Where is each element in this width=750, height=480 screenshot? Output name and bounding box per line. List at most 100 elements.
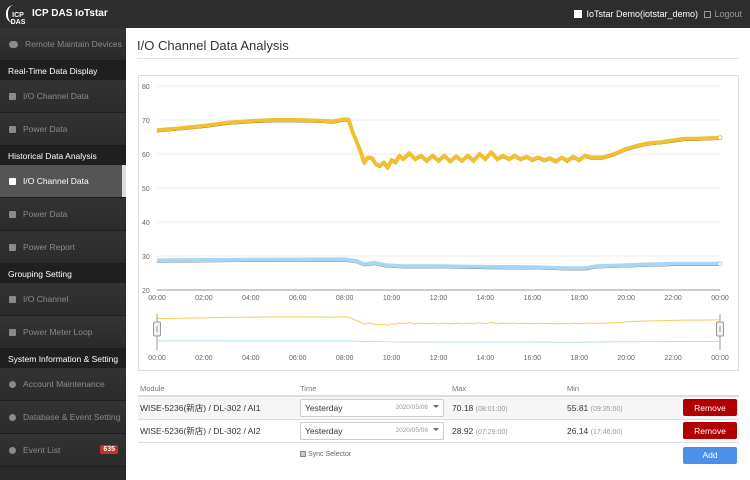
sidebar-item-event-list[interactable]: Event List 635 — [0, 434, 126, 467]
event-count-badge: 635 — [100, 445, 118, 454]
navigator-x-tick-label: 08:00 — [336, 355, 354, 362]
chart-icon — [9, 210, 16, 218]
time-select-value: Yesterday — [305, 425, 343, 436]
x-tick-label: 18:00 — [570, 295, 588, 302]
x-tick-label: 00:00 — [711, 295, 729, 302]
series-1-end-point — [717, 135, 723, 141]
time-select-date: 2020/05/06 — [395, 427, 428, 434]
user-menu[interactable]: IoTstar Demo(iotstar_demo) — [574, 9, 698, 19]
min-time: (09:35:00) — [590, 405, 623, 413]
action-cell: Remove — [680, 419, 739, 443]
navigator-x-tick-label: 10:00 — [383, 355, 401, 362]
navigator-x-tick-label: 20:00 — [617, 355, 635, 362]
max-value: 70.18 — [452, 402, 474, 413]
add-button[interactable]: Add — [683, 446, 737, 464]
report-icon — [9, 243, 16, 251]
sidebar-item-label: Remote Maintain Devices — [25, 39, 122, 49]
sidebar-item-label: I/O Channel Data — [23, 91, 89, 101]
y-tick-label: 80 — [142, 84, 150, 91]
time-cell: Yesterday 2020/05/06 — [298, 396, 450, 420]
logout-button[interactable]: Logout — [704, 9, 742, 19]
main-content: I/O Channel Data Analysis 80 70 60 50 40 30 20… — [126, 28, 750, 480]
table-header: Module Time Max Min — [138, 381, 739, 397]
sidebar-item-label: Account Maintenance — [23, 379, 105, 389]
divider — [137, 58, 739, 59]
max-cell: 70.18 (08:01:00) — [450, 396, 565, 420]
max-value: 28.92 — [452, 425, 474, 436]
sidebar-item-power-report[interactable]: Power Report — [0, 231, 126, 264]
y-tick-label: 30 — [142, 254, 150, 261]
chart-icon — [9, 92, 16, 100]
col-max: Max — [450, 381, 565, 397]
action-cell: Remove — [680, 396, 739, 420]
sidebar-item-label: I/O Channel Data — [23, 176, 89, 186]
sidebar-item-label: I/O Channel — [23, 294, 69, 304]
chevron-down-icon — [433, 404, 439, 408]
y-tick-label: 40 — [142, 220, 150, 227]
sync-selector-checkbox[interactable]: Sync Selector — [300, 450, 351, 458]
col-action — [680, 381, 739, 397]
navigator-x-tick-label: 18:00 — [570, 355, 588, 362]
col-min: Min — [565, 381, 680, 397]
sidebar: Remote Maintain Devices Real-Time Data Di… — [0, 28, 126, 480]
user-name: IoTstar Demo(iotstar_demo) — [586, 9, 698, 19]
x-tick-label: 02:00 — [195, 295, 213, 302]
y-tick-label: 50 — [142, 186, 150, 193]
list-icon — [9, 328, 16, 336]
sidebar-item-i-o-channel-data[interactable]: I/O Channel Data — [0, 165, 126, 198]
series-2-end-point — [717, 261, 723, 267]
time-select[interactable]: Yesterday 2020/05/06 — [300, 421, 444, 440]
sidebar-section-header: Real-Time Data Display — [0, 61, 126, 80]
navigator-x-tick-label: 04:00 — [242, 355, 260, 362]
sidebar-item-i-o-channel[interactable]: I/O Channel — [0, 283, 126, 316]
time-select[interactable]: Yesterday 2020/05/06 — [300, 398, 444, 417]
user-icon — [574, 10, 583, 18]
max-time: (08:01:00) — [475, 405, 508, 413]
x-tick-label: 16:00 — [524, 295, 542, 302]
chart-icon — [9, 177, 16, 185]
series-1-line[interactable] — [156, 117, 721, 170]
min-value: 55.81 — [567, 402, 589, 413]
navigator-x-tick-label: 02:00 — [195, 355, 213, 362]
line-chart[interactable]: 80 70 60 50 40 30 20 00:00 00:00 02:00 02:00 04:00 0… — [139, 76, 740, 372]
navigator-x-tick-label: 16:00 — [524, 355, 542, 362]
logout-icon — [704, 11, 712, 18]
x-tick-label: 06:00 — [289, 295, 307, 302]
page-title: I/O Channel Data Analysis — [137, 38, 289, 53]
navigator-x-tick-label: 00:00 — [711, 355, 729, 362]
sidebar-item-label: Database & Event Setting — [23, 412, 121, 422]
time-select-value: Yesterday — [305, 402, 343, 413]
chart-panel: 80 70 60 50 40 30 20 00:00 00:00 02:00 02:00 04:00 0… — [138, 75, 739, 371]
cloud-icon — [9, 40, 18, 48]
table-footer-row: Sync Selector Add — [138, 442, 739, 465]
sidebar-item-i-o-channel-data[interactable]: I/O Channel Data — [0, 80, 126, 113]
y-tick-label: 70 — [142, 118, 150, 125]
sidebar-item-power-data[interactable]: Power Data — [0, 198, 126, 231]
min-time: (17:46:00) — [590, 428, 623, 436]
navigator-x-tick-label: 06:00 — [289, 355, 307, 362]
remove-button[interactable]: Remove — [683, 422, 737, 439]
sidebar-item-account-maintenance[interactable]: Account Maintenance — [0, 368, 126, 401]
min-cell: 26.14 (17:46:00) — [565, 419, 680, 443]
max-cell: 28.92 (07:29:00) — [450, 419, 565, 443]
sidebar-item-database-event-setting[interactable]: Database & Event Setting — [0, 401, 126, 434]
time-cell: Yesterday 2020/05/06 — [298, 419, 450, 443]
navigator-x-tick-label: 22:00 — [664, 355, 682, 362]
navigator-x-tick-label: 00:00 — [148, 355, 166, 362]
y-tick-label: 20 — [142, 288, 150, 295]
sidebar-section-header: System Information & Setting — [0, 349, 126, 368]
sidebar-item-label: Power Meter Loop — [23, 327, 93, 337]
brand-name: ICP DAS IoTstar — [32, 8, 108, 19]
sidebar-item-remote-maintain-devices[interactable]: Remote Maintain Devices — [0, 28, 126, 61]
sidebar-item-power-data[interactable]: Power Data — [0, 113, 126, 146]
navigator-x-tick-label: 14:00 — [477, 355, 495, 362]
remove-button[interactable]: Remove — [683, 399, 737, 417]
col-module: Module — [138, 381, 298, 397]
navigator-series-1 — [156, 316, 721, 326]
list-icon — [9, 295, 16, 303]
bell-icon — [9, 446, 16, 454]
sidebar-item-power-meter-loop[interactable]: Power Meter Loop — [0, 316, 126, 349]
y-tick-label: 60 — [142, 152, 150, 159]
time-select-date: 2020/05/06 — [395, 404, 428, 412]
series-2-line[interactable] — [156, 257, 720, 271]
